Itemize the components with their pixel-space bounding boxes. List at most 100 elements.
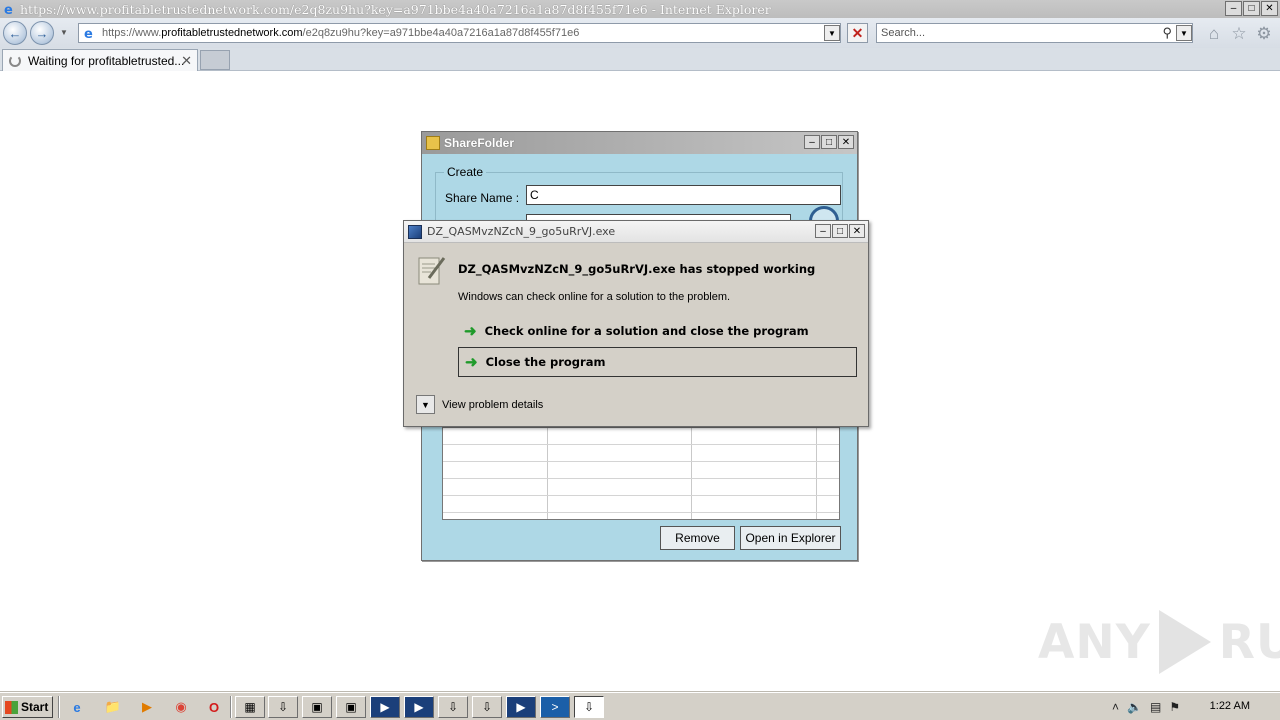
shares-list[interactable] (442, 427, 840, 520)
media-player-icon[interactable]: ▶ (136, 697, 158, 717)
tab-close-icon[interactable]: ✕ (181, 53, 192, 69)
anyrun-watermark: ANY RUN (1038, 610, 1280, 674)
back-arrow-icon[interactable]: ← (3, 21, 27, 45)
maximize-icon[interactable]: □ (832, 224, 848, 238)
favorites-star-icon[interactable]: ☆ (1230, 24, 1248, 43)
taskbar-app-winrar[interactable]: ▦ (235, 696, 265, 718)
start-button[interactable]: Start (2, 696, 53, 718)
view-details-toggle[interactable]: ▼ View problem details (416, 395, 543, 414)
green-arrow-icon: ➜ (464, 323, 477, 340)
share-name-label: Share Name : (445, 191, 520, 205)
taskbar-app-exe-1[interactable]: ▶ (370, 696, 400, 718)
list-row-divider (443, 444, 839, 445)
error-dialog: DZ_QASMvzNZcN_9_go5uRrVJ.exe – □ ✕ DZ_QA… (403, 220, 869, 427)
error-dialog-window-controls: – □ ✕ (814, 224, 865, 238)
taskbar-separator (230, 696, 232, 718)
taskbar-separator (58, 696, 60, 718)
gear-icon[interactable]: ⚙ (1255, 24, 1273, 43)
clock[interactable]: 1:22 AM (1210, 700, 1250, 712)
browser-tab-bar: Waiting for profitabletrusted... ✕ (0, 48, 1280, 71)
watermark-left-text: ANY (1038, 614, 1151, 670)
sharefolder-window-controls: – □ ✕ (803, 135, 854, 149)
remove-button[interactable]: Remove (660, 526, 735, 550)
browser-window-title: https://www.profitabletrustednetwork.com… (20, 1, 771, 17)
address-bar[interactable]: e https://www.profitabletrustednetwork.c… (78, 23, 841, 43)
ie-logo-icon: e (2, 1, 18, 17)
close-icon[interactable]: ✕ (1261, 1, 1278, 16)
search-box[interactable]: ⚲ ▼ (876, 23, 1193, 43)
taskbar-app-exe-3[interactable]: ▶ (506, 696, 536, 718)
minimize-icon[interactable]: – (804, 135, 820, 149)
error-heading: DZ_QASMvzNZcN_9_go5uRrVJ.exe has stopped… (458, 262, 816, 276)
search-dropdown-icon[interactable]: ▼ (1176, 25, 1192, 41)
loading-spinner-icon (9, 54, 21, 67)
play-icon (1158, 610, 1211, 674)
list-row-divider (443, 495, 839, 496)
windows-flag-icon (5, 700, 18, 714)
taskbar-app-download-3[interactable]: ⇩ (472, 696, 502, 718)
maximize-icon[interactable]: □ (1243, 1, 1260, 16)
option-label: Check online for a solution and close th… (484, 324, 809, 338)
error-dialog-title: DZ_QASMvzNZcN_9_go5uRrVJ.exe (427, 225, 616, 238)
browser-window-controls: – □ ✕ (1224, 1, 1278, 16)
ie-launch-icon[interactable]: e (66, 697, 88, 717)
option-label: Close the program (485, 355, 606, 369)
error-subtext: Windows can check online for a solution … (458, 291, 731, 303)
svg-text:e: e (4, 3, 13, 16)
maximize-icon[interactable]: □ (821, 135, 837, 149)
new-tab-button[interactable] (200, 50, 230, 70)
check-online-option[interactable]: ➜ Check online for a solution and close … (458, 316, 858, 346)
url-path: /e2q8zu9hu?key=a971bbe4a40a7216a1a87d8f4… (302, 27, 580, 39)
list-row-divider (443, 461, 839, 462)
list-column-divider (547, 428, 548, 519)
sharefolder-title-bar: ShareFolder – □ ✕ (422, 132, 857, 154)
close-program-option[interactable]: ➜ Close the program (458, 347, 857, 377)
list-row-divider (443, 478, 839, 479)
system-tray: ˄ 🔈 ▤ ⚑ 1:22 AM (1104, 696, 1280, 718)
action-center-flag-icon[interactable]: ⚑ (1169, 700, 1180, 714)
address-url[interactable]: https://www.profitabletrustednetwork.com… (102, 27, 579, 39)
tab-loading[interactable]: Waiting for profitabletrusted... ✕ (2, 49, 198, 71)
tab-label: Waiting for profitabletrusted... (28, 53, 185, 68)
chevron-down-icon[interactable]: ▼ (416, 395, 435, 414)
start-label: Start (21, 700, 49, 714)
chrome-icon[interactable]: ◉ (170, 697, 192, 717)
explorer-folder-icon[interactable]: 📁 (102, 697, 124, 717)
close-icon[interactable]: ✕ (849, 224, 865, 238)
history-dropdown-icon[interactable]: ▼ (60, 28, 68, 37)
close-icon[interactable]: ✕ (838, 135, 854, 149)
home-icon[interactable]: ⌂ (1205, 24, 1223, 43)
taskbar-app-active-download[interactable]: ⇩ (574, 696, 604, 718)
taskbar-app-window-2[interactable]: ▣ (336, 696, 366, 718)
search-input[interactable] (881, 27, 1151, 39)
forward-arrow-icon[interactable]: → (30, 21, 54, 45)
folder-icon (426, 136, 440, 150)
site-ie-icon: e (82, 25, 98, 41)
watermark-right-text: RUN (1218, 614, 1280, 670)
green-arrow-icon: ➜ (465, 354, 478, 371)
minimize-icon[interactable]: – (1225, 1, 1242, 16)
app-icon (408, 224, 422, 239)
url-domain: profitabletrustednetwork.com (161, 27, 303, 39)
list-column-divider (691, 428, 692, 519)
error-dialog-title-bar: DZ_QASMvzNZcN_9_go5uRrVJ.exe – □ ✕ (404, 221, 868, 243)
search-icon[interactable]: ⚲ (1162, 25, 1172, 41)
opera-icon[interactable]: O (203, 697, 225, 717)
taskbar-app-exe-2[interactable]: ▶ (404, 696, 434, 718)
address-dropdown-icon[interactable]: ▼ (824, 25, 840, 41)
taskbar-app-window-1[interactable]: ▣ (302, 696, 332, 718)
taskbar-app-download-1[interactable]: ⇩ (268, 696, 298, 718)
share-name-input[interactable]: C (526, 185, 841, 205)
taskbar-app-powershell[interactable]: > (540, 696, 570, 718)
taskbar-app-download-2[interactable]: ⇩ (438, 696, 468, 718)
url-prefix: https://www. (102, 27, 162, 39)
view-details-label: View problem details (442, 398, 544, 411)
sharefolder-title: ShareFolder (444, 136, 515, 150)
volume-icon[interactable]: 🔈 (1127, 700, 1142, 714)
tray-expand-icon[interactable]: ˄ (1112, 700, 1119, 714)
stop-icon[interactable]: ✕ (847, 23, 868, 43)
open-in-explorer-button[interactable]: Open in Explorer (740, 526, 841, 550)
list-row-divider (443, 512, 839, 513)
minimize-icon[interactable]: – (815, 224, 831, 238)
network-icon[interactable]: ▤ (1150, 700, 1161, 714)
